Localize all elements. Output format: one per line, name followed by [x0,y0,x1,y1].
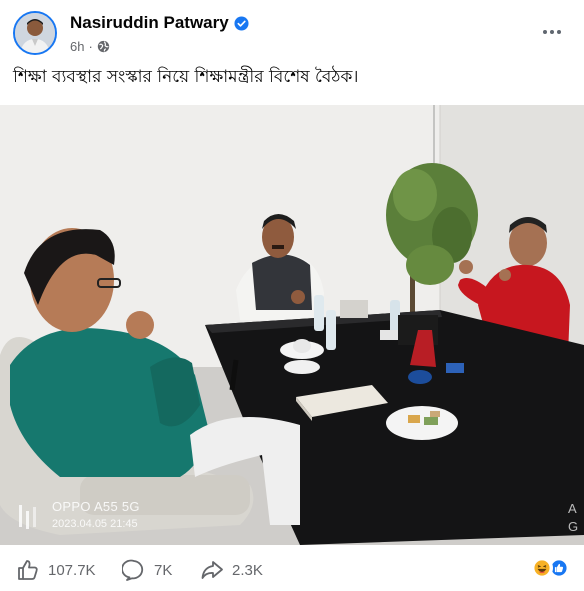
like-icon [18,560,38,580]
share-button[interactable]: 2.3K [200,558,263,582]
more-dot [543,30,547,34]
reactions-summary[interactable] [531,557,570,579]
author-avatar[interactable] [13,11,57,55]
more-dot [550,30,554,34]
photo-watermark-datetime: 2023.04.05 21:45 [52,518,138,530]
more-dot [557,30,561,34]
more-options-icon[interactable] [538,22,566,42]
share-count: 2.3K [232,561,263,579]
like-count: 107.7K [48,561,96,579]
comment-button[interactable]: 7K [122,558,172,582]
post-footer: 107.7K 7K 2.3K [0,548,584,591]
author-row: Nasiruddin Patwary [70,13,249,33]
verified-badge-icon [234,15,249,31]
post-time[interactable]: 6h [70,39,84,54]
photo-edge-text: A G [568,501,579,534]
photo-watermark-model: OPPO A55 5G [52,499,140,514]
watermark-logo-icon [19,505,36,529]
post-photo[interactable] [0,105,584,545]
comment-count: 7K [154,561,173,579]
globe-icon[interactable] [97,40,110,53]
share-icon [201,561,223,579]
comment-icon [122,559,144,581]
meta-separator: · [88,39,93,54]
post-caption: শিক্ষা ব্যবস্থার সংস্কার নিয়ে শিক্ষামন্… [13,67,359,87]
haha-reaction-icon [531,557,553,579]
like-button[interactable]: 107.7K [16,558,96,582]
facebook-post: Nasiruddin Patwary 6h · শিক্ষা ব্যবস্থার… [0,0,584,591]
post-meta: 6h · [70,39,110,54]
author-name[interactable]: Nasiruddin Patwary [70,13,229,33]
